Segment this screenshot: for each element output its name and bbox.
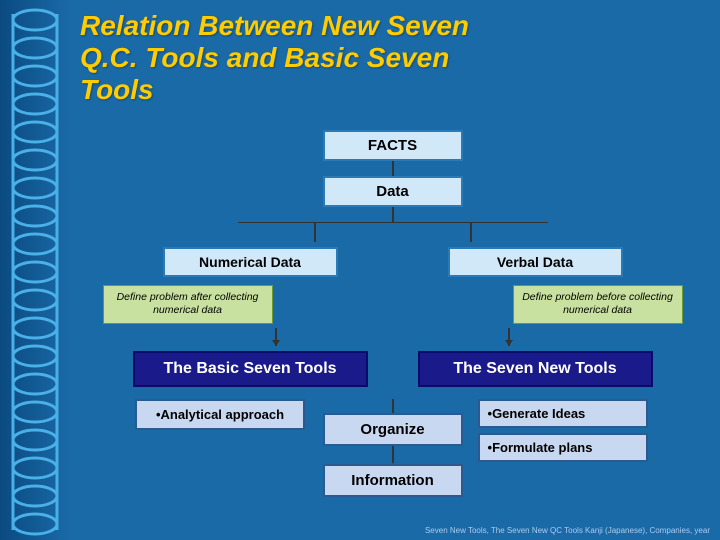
page-title: Relation Between New Seven Q.C. Tools an… xyxy=(80,10,705,107)
define-left-box: Define problem after collecting numerica… xyxy=(103,285,273,324)
tools-row: The Basic Seven Tools The Seven New Tool… xyxy=(133,351,653,387)
analytical-box: •Analytical approach xyxy=(135,399,305,430)
generate-box: •Generate Ideas xyxy=(478,399,648,428)
coil-svg xyxy=(5,0,65,540)
organize-box: Organize xyxy=(323,413,463,446)
define-right-box: Define problem before collecting numeric… xyxy=(513,285,683,324)
connector-data-split xyxy=(392,207,394,222)
verbal-data-box: Verbal Data xyxy=(448,247,623,277)
formulate-box: •Formulate plans xyxy=(478,433,648,462)
diagram: FACTS Data Numerical Data Verbal Data D xyxy=(80,125,705,497)
information-box: Information xyxy=(323,464,463,497)
data-box: Data xyxy=(323,176,463,207)
seven-new-box: The Seven New Tools xyxy=(418,351,653,387)
organize-col: Organize Information xyxy=(313,399,473,497)
connector-to-tools xyxy=(238,328,548,346)
define-row: Define problem after collecting numerica… xyxy=(103,285,683,324)
numerical-data-box: Numerical Data xyxy=(163,247,338,277)
facts-box: FACTS xyxy=(323,130,463,161)
gen-formulate-col: •Generate Ideas •Formulate plans xyxy=(478,399,653,462)
footer-text: Seven New Tools, The Seven New QC Tools … xyxy=(425,526,710,535)
main-content: Relation Between New Seven Q.C. Tools an… xyxy=(70,0,720,540)
num-verbal-row: Numerical Data Verbal Data xyxy=(163,247,623,277)
split-svg xyxy=(238,222,548,242)
bottom-row: •Analytical approach Organize Informatio… xyxy=(133,399,653,497)
connector-facts-data xyxy=(392,161,394,176)
left-decoration xyxy=(0,0,70,540)
analytical-col: •Analytical approach xyxy=(133,399,308,430)
basic-seven-box: The Basic Seven Tools xyxy=(133,351,368,387)
